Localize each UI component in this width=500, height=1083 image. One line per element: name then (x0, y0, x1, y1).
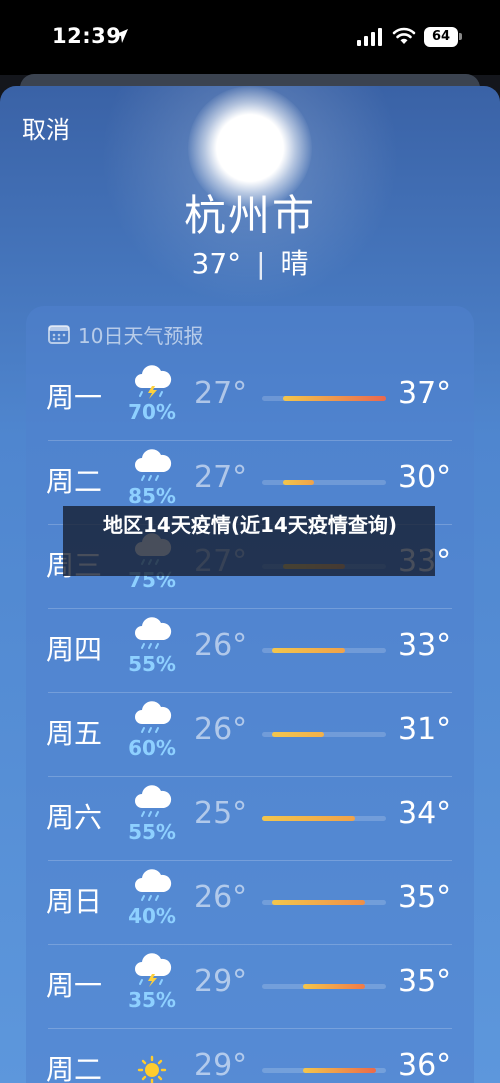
banner-text: 地区14天疫情(近14天疫情查询) (103, 513, 397, 537)
precipitation-chance: 85% (128, 484, 176, 508)
cancel-button[interactable]: 取消 (22, 110, 70, 145)
row-divider (48, 1028, 452, 1029)
low-temp: 29° (194, 964, 248, 999)
precipitation-chance: 70% (128, 400, 176, 424)
current-condition: 晴 (280, 247, 309, 280)
day-label: 周二 (46, 1053, 103, 1083)
day-label: 周一 (46, 381, 103, 414)
day-label: 周四 (46, 633, 103, 666)
row-divider (48, 944, 452, 945)
temp-range-track (262, 732, 386, 737)
location-arrow-icon (114, 29, 128, 43)
separator: | (256, 247, 266, 280)
high-temp: 36° (398, 1048, 452, 1083)
row-divider (48, 692, 452, 693)
status-time: 12:39 (52, 24, 122, 48)
forecast-row: 周六 55% 25° 34° (26, 776, 474, 860)
precipitation-chance: 40% (128, 904, 176, 928)
forecast-row: 周二 29° 36° (26, 1028, 474, 1083)
forecast-title: 10日天气预报 (78, 323, 204, 348)
temp-range-bar (282, 396, 386, 401)
high-temp: 34° (398, 796, 452, 831)
day-label: 周六 (46, 801, 103, 834)
day-label: 周五 (46, 717, 103, 750)
temp-range-track (262, 480, 386, 485)
temp-range-track (262, 396, 386, 401)
high-temp: 33° (398, 628, 452, 663)
forecast-header: 10日天气预报 (48, 322, 204, 348)
high-temp: 37° (398, 376, 452, 411)
forecast-row: 周日 40% 26° 35° (26, 860, 474, 944)
rain-cloud-icon (130, 614, 174, 652)
temp-range-bar (303, 1068, 376, 1073)
temp-range-track (262, 984, 386, 989)
low-temp: 26° (194, 712, 248, 747)
high-temp: 30° (398, 460, 452, 495)
battery-tip (459, 33, 462, 40)
forecast-row: 周五 60% 26° 31° (26, 692, 474, 776)
low-temp: 26° (194, 628, 248, 663)
precipitation-chance: 60% (128, 736, 176, 760)
current-temp: 37° (191, 247, 242, 280)
row-divider (48, 860, 452, 861)
status-bar: 12:39 64 (0, 0, 500, 75)
forecast-row: 周四 55% 26° 33° (26, 608, 474, 692)
low-temp: 25° (194, 796, 248, 831)
weather-sheet: 取消 杭州市 37° | 晴 10日天气预报 周一 70% 27° 37° 周二 85% 2… (0, 86, 500, 1083)
ten-day-forecast-card: 10日天气预报 周一70%27°37°周二85%27°30°周三75%27°33… (26, 306, 474, 1083)
rain-cloud-icon (130, 698, 174, 736)
battery-indicator: 64 (424, 27, 458, 47)
temp-range-bar (262, 816, 355, 821)
forecast-row: 周一 35% 29° 35° (26, 944, 474, 1028)
temp-range-bar (272, 732, 324, 737)
rain-cloud-icon (130, 866, 174, 904)
precipitation-chance: 55% (128, 652, 176, 676)
high-temp: 35° (398, 964, 452, 999)
temp-range-track (262, 900, 386, 905)
current-conditions: 37° | 晴 (0, 242, 500, 282)
precipitation-chance: 55% (128, 820, 176, 844)
calendar-icon (48, 325, 70, 344)
cellular-signal-icon (357, 28, 382, 46)
city-name: 杭州市 (183, 191, 316, 240)
temp-range-track (262, 648, 386, 653)
day-label: 周二 (46, 465, 103, 498)
low-temp: 27° (194, 460, 248, 495)
thunderstorm-icon (130, 950, 174, 988)
wifi-icon (392, 27, 416, 44)
row-divider (48, 440, 452, 441)
row-divider (48, 776, 452, 777)
temp-range-bar (272, 900, 366, 905)
low-temp: 27° (194, 376, 248, 411)
forecast-row: 周一 70% 27° 37° (26, 356, 474, 440)
rain-cloud-icon (130, 446, 174, 484)
high-temp: 31° (398, 712, 452, 747)
temp-range-bar (303, 984, 366, 989)
low-temp: 29° (194, 1048, 248, 1083)
day-label: 周一 (46, 969, 103, 1002)
row-divider (48, 608, 452, 609)
rain-cloud-icon (130, 782, 174, 820)
high-temp: 35° (398, 880, 452, 915)
temp-range-track (262, 1068, 386, 1073)
thunderstorm-icon (130, 362, 174, 400)
title-banner: 地区14天疫情(近14天疫情查询) (63, 506, 435, 576)
precipitation-chance: 35% (128, 988, 176, 1012)
temp-range-bar (272, 648, 345, 653)
temp-range-track (262, 816, 386, 821)
day-label: 周日 (46, 885, 103, 918)
low-temp: 26° (194, 880, 248, 915)
temp-range-bar (282, 480, 314, 485)
sun-icon (130, 1048, 174, 1083)
